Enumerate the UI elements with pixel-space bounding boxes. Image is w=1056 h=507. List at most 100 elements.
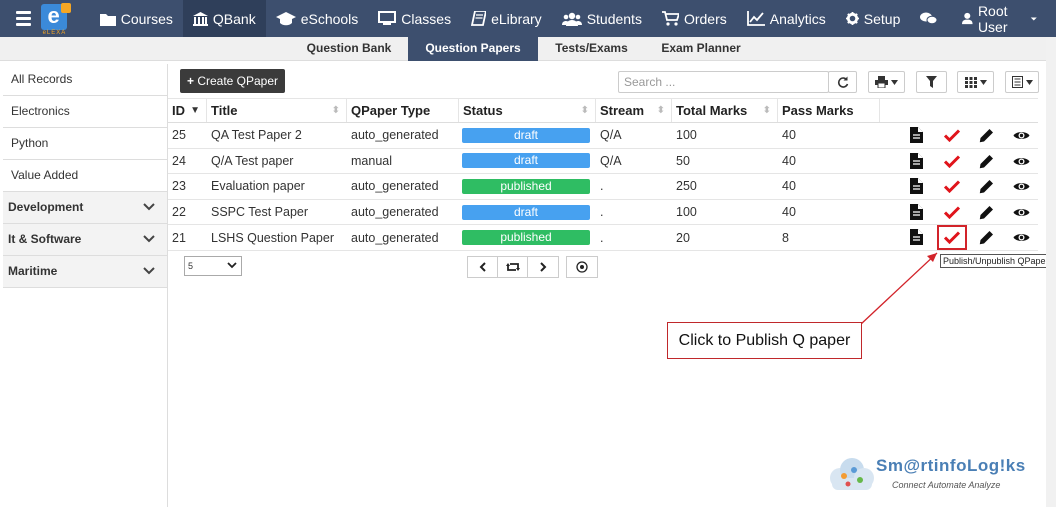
create-qpaper-button[interactable]: + Create QPaper	[180, 69, 285, 93]
next-page-button[interactable]	[528, 257, 558, 277]
page-size-select[interactable]: 5	[184, 256, 242, 276]
view-questions-button[interactable]	[899, 178, 934, 194]
filter-icon	[926, 76, 937, 88]
refresh-button[interactable]	[828, 71, 857, 93]
chat-button[interactable]	[910, 0, 952, 37]
status-badge: draft	[462, 153, 590, 169]
preview-button[interactable]	[1004, 232, 1039, 243]
row-actions	[899, 153, 1039, 169]
hamburger-menu-icon[interactable]	[16, 11, 31, 26]
nav-eschools[interactable]: eSchools	[266, 0, 369, 37]
column-header-pass-marks[interactable]: Pass Marks	[778, 99, 880, 122]
vertical-scrollbar[interactable]	[1046, 37, 1056, 507]
user-menu[interactable]: Root User	[952, 0, 1056, 37]
tab-question-bank[interactable]: Question Bank	[291, 37, 407, 61]
document-icon	[910, 204, 923, 220]
publish-toggle-button[interactable]	[934, 205, 969, 219]
column-header-status[interactable]: Status ⬍	[459, 99, 596, 122]
edit-button[interactable]	[969, 154, 1004, 169]
sidebar-group-maritime[interactable]: Maritime	[3, 256, 167, 288]
chevron-down-icon	[143, 203, 155, 211]
document-icon	[910, 153, 923, 169]
sidebar-item-python[interactable]: Python	[3, 128, 167, 160]
refresh-page-button[interactable]	[498, 257, 528, 277]
publish-toggle-button[interactable]	[934, 154, 969, 168]
column-header-actions	[880, 99, 1038, 122]
target-page-button[interactable]	[567, 257, 597, 277]
filter-button[interactable]	[916, 71, 947, 93]
view-questions-button[interactable]	[899, 153, 934, 169]
preview-button[interactable]	[1004, 207, 1039, 218]
tab-tests-exams[interactable]: Tests/Exams	[538, 37, 645, 61]
eye-icon	[1013, 131, 1030, 139]
caret-down-icon	[1031, 16, 1038, 21]
search-input[interactable]: Search ...	[618, 71, 829, 93]
nav-analytics[interactable]: Analytics	[737, 0, 836, 37]
publish-toggle-button[interactable]	[934, 179, 969, 193]
tab-exam-planner[interactable]: Exam Planner	[645, 37, 757, 61]
sidebar-group-it-software[interactable]: It & Software	[3, 224, 167, 256]
preview-button[interactable]	[1004, 130, 1039, 141]
document-icon	[910, 127, 923, 143]
edit-button[interactable]	[969, 230, 1004, 245]
graduation-cap-icon	[275, 11, 296, 25]
check-icon	[943, 154, 960, 168]
sidebar-group-development[interactable]: Development	[3, 192, 167, 224]
cell-id: 24	[172, 153, 186, 168]
column-header-title[interactable]: Title ⬍	[207, 99, 347, 122]
tab-question-papers[interactable]: Question Papers	[408, 37, 538, 61]
pencil-icon	[979, 154, 993, 168]
column-header-stream[interactable]: Stream ⬍	[596, 99, 672, 122]
edit-button[interactable]	[969, 128, 1004, 143]
cart-icon	[661, 11, 679, 26]
view-questions-button[interactable]	[899, 204, 934, 220]
eye-icon	[1013, 208, 1030, 216]
cell-pass-marks: 8	[782, 230, 789, 245]
view-questions-button[interactable]	[899, 127, 934, 143]
sub-navbar: Question Bank Question Papers Tests/Exam…	[0, 37, 1056, 61]
column-header-qpaper-type[interactable]: QPaper Type	[347, 99, 459, 122]
eye-icon	[1013, 182, 1030, 190]
print-button[interactable]	[868, 71, 905, 93]
grid-icon	[964, 76, 977, 88]
table-header: ID ▼ Title ⬍ QPaper Type Status ⬍ Stream ⬍ T…	[168, 98, 1038, 123]
sidebar-item-electronics[interactable]: Electronics	[3, 96, 167, 128]
nav-courses[interactable]: Courses	[90, 0, 183, 37]
publish-toggle-button[interactable]	[934, 128, 969, 142]
cell-title: Q/A Test paper	[211, 153, 294, 168]
cell-title: Evaluation paper	[211, 179, 305, 194]
book-icon	[471, 11, 487, 26]
nav-setup[interactable]: Setup	[836, 0, 911, 37]
annotation-arrow	[859, 252, 938, 326]
edit-button[interactable]	[969, 179, 1004, 194]
sort-icon: ⬍	[331, 105, 340, 116]
sidebar-item-value-added[interactable]: Value Added	[3, 160, 167, 192]
row-actions	[899, 178, 1039, 194]
chevron-down-icon	[143, 235, 155, 243]
column-header-total-marks[interactable]: Total Marks ⬍	[672, 99, 778, 122]
sidebar-item-all-records[interactable]: All Records	[3, 64, 167, 96]
preview-button[interactable]	[1004, 181, 1039, 192]
cell-total-marks: 100	[676, 205, 697, 220]
nav-elibrary[interactable]: eLibrary	[461, 0, 552, 37]
app-logo[interactable]: e eLEXA	[40, 2, 71, 36]
annotation-highlight-box	[937, 225, 967, 250]
nav-orders[interactable]: Orders	[652, 0, 737, 37]
prev-page-button[interactable]	[468, 257, 498, 277]
cell-id: 21	[172, 230, 186, 245]
nav-students[interactable]: Students	[552, 0, 652, 37]
cell-id: 23	[172, 179, 186, 194]
pencil-icon	[979, 205, 993, 219]
preview-button[interactable]	[1004, 156, 1039, 167]
columns-button[interactable]	[957, 71, 994, 93]
nav-qbank[interactable]: QBank	[182, 0, 266, 37]
cell-qpaper-type: auto_generated	[351, 205, 439, 220]
document-icon	[910, 229, 923, 245]
nav-classes[interactable]: Classes	[368, 0, 461, 37]
pagination-controls	[467, 256, 559, 278]
export-button[interactable]	[1005, 71, 1039, 93]
edit-button[interactable]	[969, 205, 1004, 220]
column-header-id[interactable]: ID ▼	[168, 99, 207, 122]
cell-qpaper-type: manual	[351, 153, 392, 168]
view-questions-button[interactable]	[899, 229, 934, 245]
